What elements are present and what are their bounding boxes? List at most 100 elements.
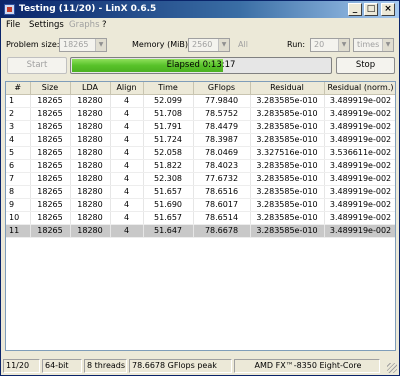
- table-cell: 9: [6, 198, 31, 212]
- minimize-button[interactable]: _: [348, 3, 362, 16]
- table-cell: 4: [110, 198, 144, 212]
- table-cell: 18265: [30, 107, 71, 121]
- table-cell: 3.489919e-002: [324, 198, 395, 212]
- table-header-row: # Size LDA Align Time GFlops Residual Residual …: [6, 82, 395, 95]
- chevron-down-icon: ▼: [338, 39, 349, 51]
- table-row[interactable]: 11 18265 18280 4 51.647 78.6678 3.283585e-010 3…: [6, 224, 395, 238]
- table-cell: 5: [6, 146, 31, 160]
- run-unit-combo[interactable]: times ▼: [353, 38, 394, 52]
- column-header[interactable]: #: [6, 82, 31, 95]
- all-checkbox-label[interactable]: All: [238, 40, 248, 49]
- table-cell: 18265: [30, 146, 71, 160]
- table-cell: 3.283585e-010: [250, 185, 325, 199]
- table-cell: 51.690: [143, 198, 194, 212]
- table-row[interactable]: 7 18265 18280 4 52.308 77.6732 3.283585e-010 3.…: [6, 172, 395, 186]
- table-cell: 3.283585e-010: [250, 198, 325, 212]
- maximize-button[interactable]: □: [364, 3, 378, 16]
- table-cell: 3.283585e-010: [250, 224, 325, 238]
- table-cell: 18265: [30, 198, 71, 212]
- table-cell: 3.283585e-010: [250, 94, 325, 108]
- table-cell: 18280: [70, 224, 111, 238]
- column-header[interactable]: GFlops: [193, 82, 251, 95]
- table-cell: 18265: [30, 120, 71, 134]
- close-button[interactable]: ×: [381, 3, 395, 16]
- table-cell: 4: [110, 133, 144, 147]
- table-cell: 3.489919e-002: [324, 94, 395, 108]
- table-row[interactable]: 2 18265 18280 4 51.708 78.5752 3.283585e-010 3.…: [6, 107, 395, 121]
- table-row[interactable]: 6 18265 18280 4 51.822 78.4023 3.283585e-010 3.…: [6, 159, 395, 173]
- table-cell: 8: [6, 185, 31, 199]
- table-cell: 3.283585e-010: [250, 120, 325, 134]
- problem-size-combo[interactable]: 18265 ▼: [59, 38, 107, 52]
- table-cell: 77.6732: [193, 172, 251, 186]
- memory-combo[interactable]: 2560 ▼: [188, 38, 230, 52]
- resize-grip-icon[interactable]: [387, 363, 397, 373]
- table-cell: 18280: [70, 172, 111, 186]
- table-cell: 3.283585e-010: [250, 211, 325, 225]
- column-header[interactable]: LDA: [70, 82, 111, 95]
- run-count-value: 20: [314, 40, 325, 49]
- table-cell: 4: [110, 185, 144, 199]
- results-table[interactable]: # Size LDA Align Time GFlops Residual Residual …: [5, 81, 396, 351]
- table-cell: 4: [110, 146, 144, 160]
- table-cell: 11: [6, 224, 31, 238]
- table-cell: 18265: [30, 224, 71, 238]
- table-row[interactable]: 5 18265 18280 4 52.058 78.0469 3.327516e-010 3.…: [6, 146, 395, 160]
- table-row[interactable]: 10 18265 18280 4 51.657 78.6514 3.283585e-010 3…: [6, 211, 395, 225]
- table-cell: 4: [110, 120, 144, 134]
- table-cell: 3.489919e-002: [324, 133, 395, 147]
- status-peak: 78.6678 GFlops peak: [129, 359, 232, 373]
- table-cell: 78.3987: [193, 133, 251, 147]
- table-row[interactable]: 8 18265 18280 4 51.657 78.6516 3.283585e-010 3.…: [6, 185, 395, 199]
- table-cell: 6: [6, 159, 31, 173]
- table-cell: 18280: [70, 133, 111, 147]
- table-cell: 78.6017: [193, 198, 251, 212]
- table-row[interactable]: 4 18265 18280 4 51.724 78.3987 3.283585e-010 3.…: [6, 133, 395, 147]
- table-cell: 4: [110, 94, 144, 108]
- table-cell: 77.9840: [193, 94, 251, 108]
- problem-size-label: Problem size:: [6, 40, 60, 49]
- menu-file[interactable]: File: [6, 20, 20, 30]
- table-cell: 3.283585e-010: [250, 133, 325, 147]
- column-header[interactable]: Align: [110, 82, 144, 95]
- column-header[interactable]: Time: [143, 82, 194, 95]
- stop-button[interactable]: Stop: [336, 57, 395, 74]
- chevron-down-icon: ▼: [95, 39, 106, 51]
- table-cell: 3.283585e-010: [250, 172, 325, 186]
- table-cell: 3.283585e-010: [250, 107, 325, 121]
- menu-settings[interactable]: Settings: [29, 20, 64, 30]
- table-row[interactable]: 3 18265 18280 4 51.791 78.4479 3.283585e-010 3.…: [6, 120, 395, 134]
- table-cell: 18280: [70, 107, 111, 121]
- table-row[interactable]: 9 18265 18280 4 51.690 78.6017 3.283585e-010 3.…: [6, 198, 395, 212]
- status-threads: 8 threads: [84, 359, 127, 373]
- table-cell: 51.724: [143, 133, 194, 147]
- column-header[interactable]: Residual: [250, 82, 325, 95]
- memory-value: 2560: [192, 40, 213, 49]
- column-header[interactable]: Residual (norm.): [324, 82, 395, 95]
- table-cell: 3.536611e-002: [324, 146, 395, 160]
- run-unit-value: times: [357, 40, 380, 49]
- run-count-combo[interactable]: 20 ▼: [310, 38, 350, 52]
- menu-graphs[interactable]: Graphs: [69, 20, 100, 30]
- table-cell: 18265: [30, 185, 71, 199]
- table-cell: 78.4023: [193, 159, 251, 173]
- column-header[interactable]: Size: [30, 82, 71, 95]
- table-cell: 78.6514: [193, 211, 251, 225]
- table-cell: 18265: [30, 94, 71, 108]
- table-cell: 4: [110, 172, 144, 186]
- table-cell: 78.4479: [193, 120, 251, 134]
- table-body: 1 18265 18280 4 52.099 77.9840 3.283585e-010 3.…: [6, 94, 395, 238]
- table-cell: 18280: [70, 185, 111, 199]
- table-cell: 2: [6, 107, 31, 121]
- menu-help[interactable]: ?: [102, 20, 107, 30]
- table-cell: 4: [6, 133, 31, 147]
- table-cell: 52.099: [143, 94, 194, 108]
- table-row[interactable]: 1 18265 18280 4 52.099 77.9840 3.283585e-010 3.…: [6, 94, 395, 108]
- table-cell: 78.6516: [193, 185, 251, 199]
- memory-label: Memory (MiB):: [132, 40, 191, 49]
- start-button[interactable]: Start: [7, 57, 67, 74]
- table-cell: 3.327516e-010: [250, 146, 325, 160]
- status-bits: 64-bit: [42, 359, 82, 373]
- table-cell: 52.058: [143, 146, 194, 160]
- status-bar: 11/20 64-bit 8 threads 78.6678 GFlops pe…: [3, 359, 397, 373]
